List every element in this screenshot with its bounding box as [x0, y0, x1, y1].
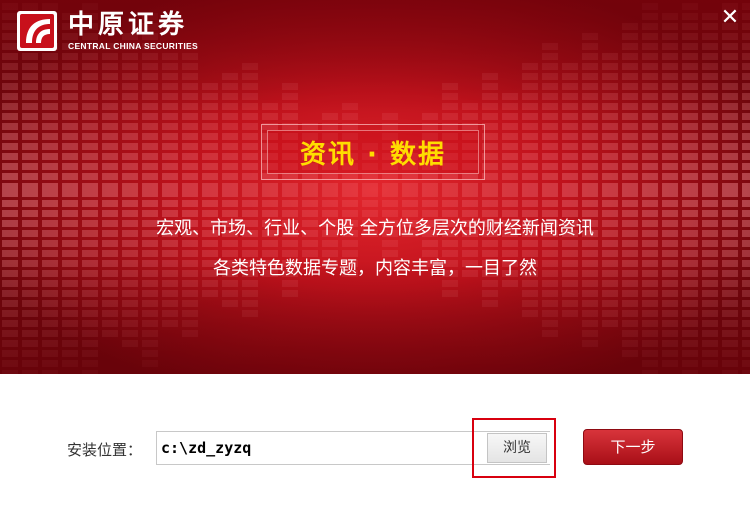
banner-title-frame: 资讯 · 数据 — [261, 124, 485, 180]
banner-subtitle-line2: 各类特色数据专题，内容丰富，一目了然 — [213, 258, 537, 279]
close-button[interactable]: ✕ — [718, 6, 742, 30]
next-step-button[interactable]: 下一步 — [583, 429, 683, 465]
brand-logo: 中原证券 CENTRAL CHINA SECURITIES — [16, 10, 198, 52]
browse-button[interactable]: 浏览 — [487, 433, 547, 463]
installer-window: 中原证券 CENTRAL CHINA SECURITIES ✕ 资讯 · 数据 … — [0, 0, 750, 520]
banner-subtitle-line1: 宏观、市场、行业、个股 全方位多层次的财经新闻资讯 — [156, 218, 594, 239]
brand-name-cn: 中原证券 — [68, 10, 189, 40]
close-icon: ✕ — [720, 5, 740, 30]
banner-title: 资讯 · 数据 — [300, 139, 446, 170]
brand-logo-icon — [17, 11, 57, 51]
install-location-section: 安装位置： 浏览 下一步 — [0, 374, 750, 520]
banner-shade — [0, 0, 750, 374]
install-location-label: 安装位置： — [67, 441, 143, 459]
brand-name-en: CENTRAL CHINA SECURITIES — [68, 41, 198, 51]
promo-banner: 中原证券 CENTRAL CHINA SECURITIES ✕ 资讯 · 数据 … — [0, 0, 750, 374]
